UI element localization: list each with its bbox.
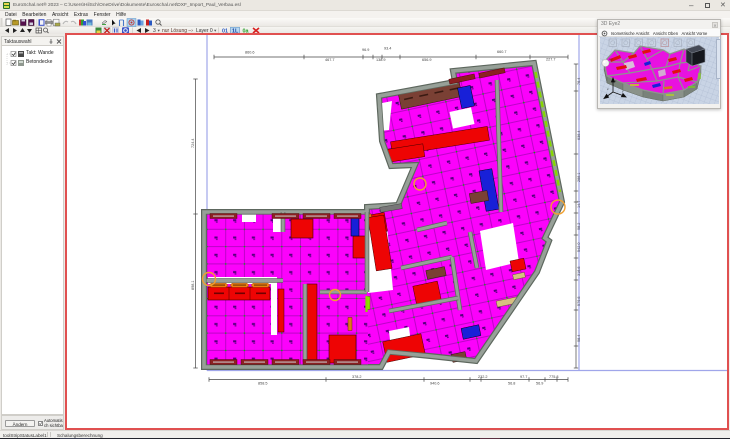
svg-text:318.6: 318.6 [577, 266, 581, 276]
svg-text:378.2: 378.2 [352, 375, 362, 379]
svg-text:98.2: 98.2 [577, 223, 581, 230]
svg-text:56.9: 56.9 [536, 382, 543, 386]
svg-text:232.2: 232.2 [478, 375, 488, 379]
svg-text:76.4: 76.4 [577, 78, 581, 85]
svg-text:542.0: 542.0 [577, 242, 581, 252]
svg-text:656.9: 656.9 [422, 58, 432, 62]
svg-text:858.5: 858.5 [258, 382, 268, 386]
svg-text:860.6: 860.6 [245, 51, 255, 55]
svg-text:579.6: 579.6 [577, 296, 581, 306]
svg-text:660.7: 660.7 [497, 50, 507, 54]
svg-text:724.4: 724.4 [191, 138, 195, 148]
svg-text:288.1: 288.1 [577, 172, 581, 182]
svg-text:898.1: 898.1 [191, 280, 195, 290]
svg-text:96.9: 96.9 [362, 48, 369, 52]
svg-text:x,y: x,y [609, 57, 613, 61]
svg-text:56.8: 56.8 [508, 382, 515, 386]
svg-text:227.7: 227.7 [546, 58, 556, 62]
svg-text:138.9: 138.9 [376, 58, 386, 62]
svg-text:636.4: 636.4 [577, 130, 581, 140]
svg-text:467.7: 467.7 [325, 58, 335, 62]
svg-text:940.6: 940.6 [430, 382, 440, 386]
svg-text:14.7: 14.7 [577, 201, 581, 208]
svg-text:97.7: 97.7 [520, 375, 527, 379]
svg-text:93.4: 93.4 [384, 47, 391, 51]
svg-text:775.8: 775.8 [549, 375, 559, 379]
svg-text:98.4: 98.4 [577, 335, 581, 342]
